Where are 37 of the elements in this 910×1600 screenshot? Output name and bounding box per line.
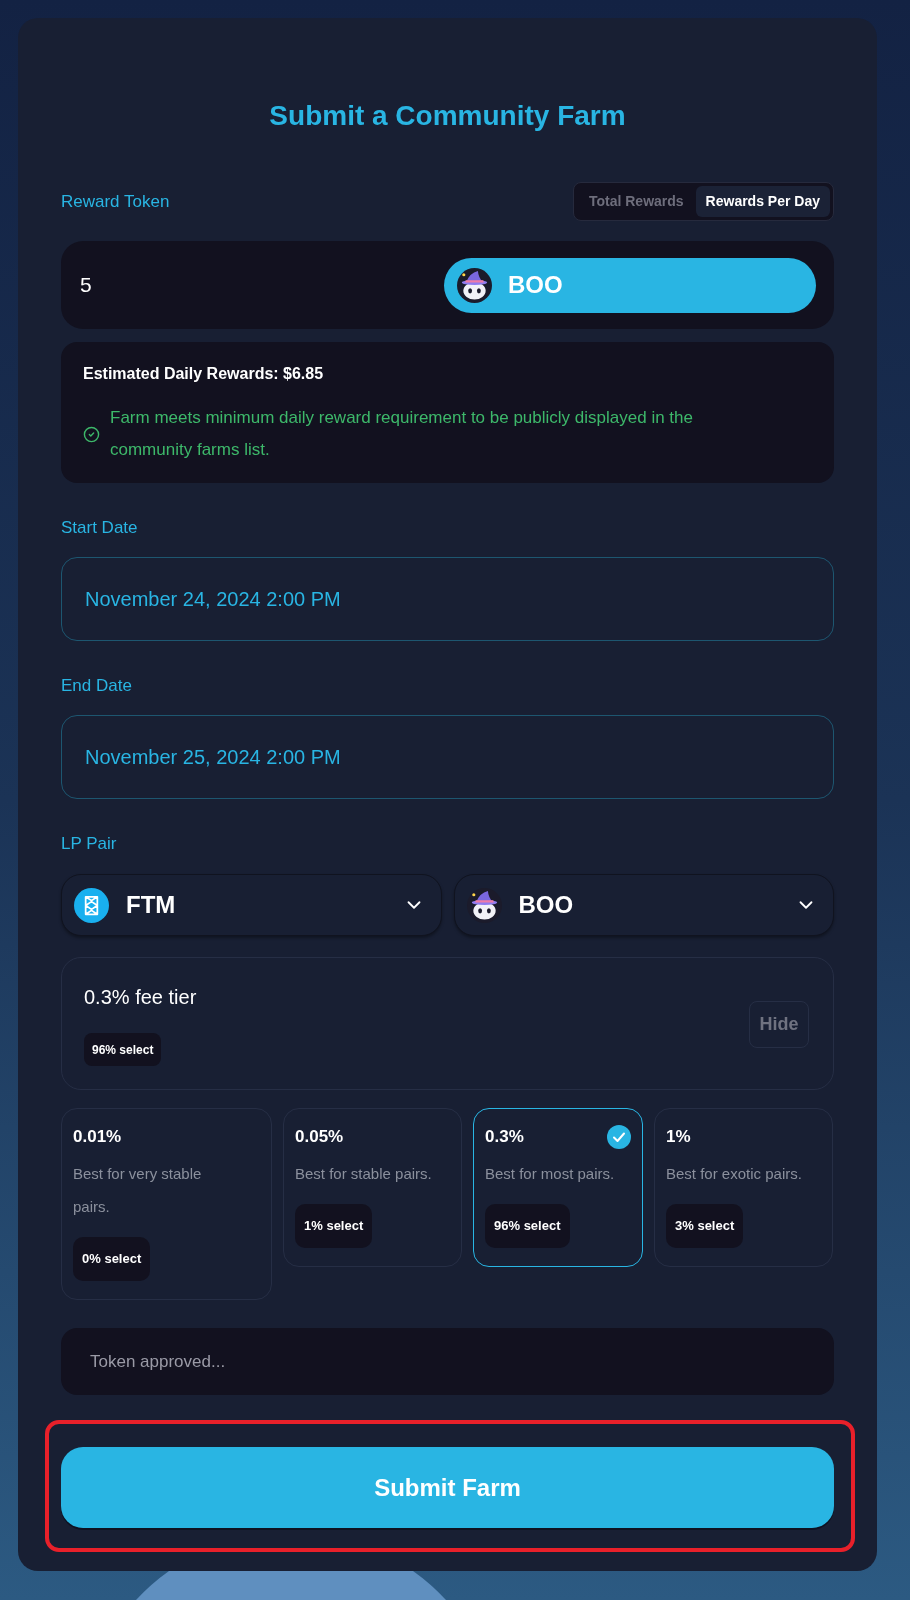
token-dropdown[interactable]: BOO [453,874,834,936]
fee-percent: 0.01% [73,1126,122,1148]
usage-badge: 96% select [84,1033,162,1066]
field-label: End Date [61,675,132,697]
usage-badge: 96% select [485,1204,570,1248]
date-field[interactable]: November 25, 2024 2:00 PM [61,715,834,799]
fee-description: Best for very stable pairs. [73,1164,203,1217]
usage-badge: 1% select [295,1204,373,1248]
field-label: LP Pair [61,833,117,855]
fee-tier-card[interactable]: 0.3% Best for most pairs. 96% select [473,1108,643,1267]
usage-badge: 3% select [666,1204,744,1248]
fee-tier-title: 0.3% fee tier [84,985,197,1010]
fee-percent: 0.3% [485,1126,524,1148]
status-message: Token approved... [61,1328,834,1395]
fee-percent: 1% [666,1126,691,1148]
fee-tier-card[interactable]: 0.01% Best for very stable pairs. 0% select [61,1108,272,1300]
usage-badge: 0% select [73,1237,151,1281]
wizard-hat-face-icon [466,887,502,923]
requirement-message: Farm meets minimum daily reward requirement to be publicly displayed in the community farms list. [110,407,694,461]
date-field[interactable]: November 24, 2024 2:00 PM [61,557,834,641]
field-label: Reward Token [61,190,170,213]
form-title: Submit a Community Farm [268,99,627,133]
token-dropdown[interactable]: FTM [61,874,442,936]
estimate-text: Estimated Daily Rewards: $6.85 [83,364,325,384]
fee-description: Best for most pairs. [485,1164,615,1184]
wizard-hat-face-icon [457,267,492,303]
fee-percent: 0.05% [295,1126,344,1148]
field-label: Start Date [61,517,138,539]
fee-description: Best for exotic pairs. [666,1164,802,1184]
check-circle-icon [83,425,100,443]
fee-tier-card[interactable]: 1% Best for exotic pairs. 3% select [654,1108,833,1267]
fee-description: Best for stable pairs. [295,1164,432,1184]
mode-tab[interactable]: Total Rewards [576,186,696,217]
diamond-logo-icon [74,887,109,923]
mode-tab[interactable]: Rewards Per Day [695,186,830,217]
amount-input[interactable]: 5 [80,265,436,305]
fee-tier-card[interactable]: 0.05% Best for stable pairs. 1% select [283,1108,462,1267]
